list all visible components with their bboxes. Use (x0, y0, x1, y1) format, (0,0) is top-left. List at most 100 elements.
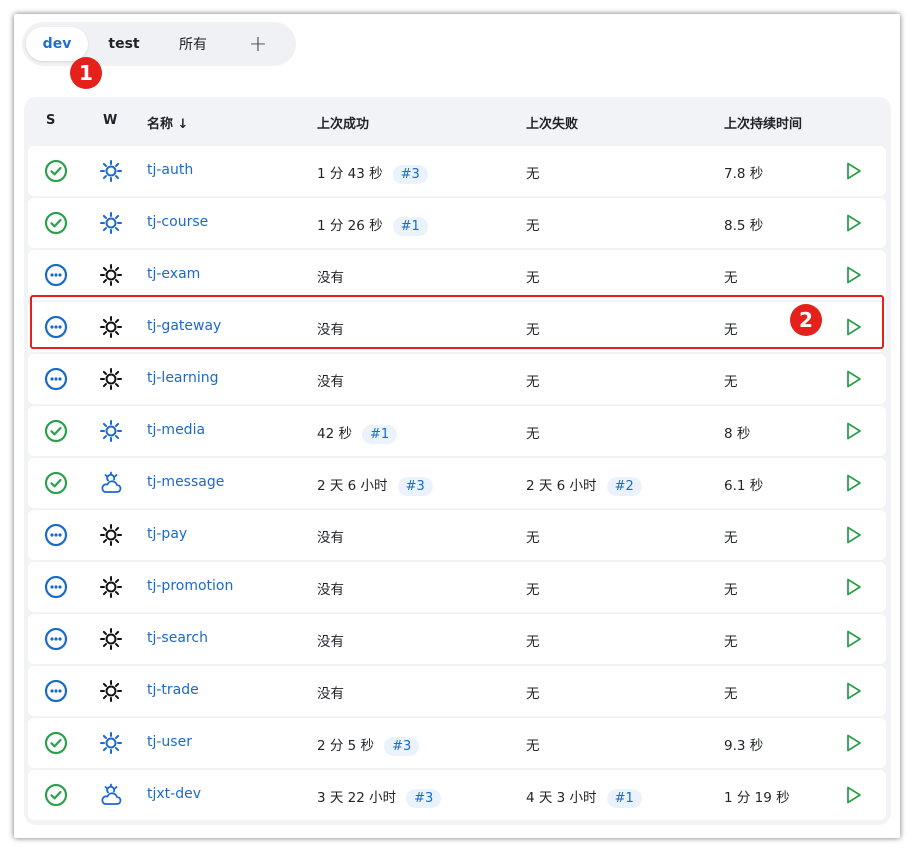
job-name-link[interactable]: tj-gateway (147, 318, 221, 334)
build-now-play-icon[interactable] (842, 212, 864, 234)
weather-cloudy-icon[interactable] (99, 783, 123, 807)
job-name-link[interactable]: tj-trade (147, 682, 199, 698)
build-now-play-icon[interactable] (842, 368, 864, 390)
job-name-link[interactable]: tj-search (147, 630, 208, 646)
last-failure-text: 无 (526, 686, 540, 702)
tab-test[interactable]: test (88, 27, 160, 61)
view-tabs: dev test 所有 + (22, 22, 296, 66)
last-failure-text: 无 (526, 270, 540, 286)
build-number-badge[interactable]: #3 (392, 165, 428, 184)
status-success-icon[interactable] (44, 419, 68, 443)
header-last-success[interactable]: 上次成功 (317, 113, 369, 132)
build-now-play-icon[interactable] (842, 160, 864, 182)
weather-sunny-icon[interactable] (99, 159, 123, 183)
job-name-link[interactable]: tjxt-dev (147, 786, 201, 802)
weather-sunny-icon[interactable] (99, 419, 123, 443)
build-now-play-icon[interactable] (842, 316, 864, 338)
last-failure-text: 无 (526, 634, 540, 650)
last-success-text: 42 秒 (317, 426, 352, 442)
job-name-link[interactable]: tj-exam (147, 266, 200, 282)
build-number-badge[interactable]: #1 (392, 217, 428, 236)
status-success-icon[interactable] (44, 731, 68, 755)
status-success-icon[interactable] (44, 211, 68, 235)
build-now-play-icon[interactable] (842, 680, 864, 702)
job-name-link[interactable]: tj-learning (147, 370, 219, 386)
job-name-link[interactable]: tj-media (147, 422, 205, 438)
job-row-tj-course: tj-course 1 分 26 秒 #1 无 8.5 秒 (28, 198, 886, 248)
status-not-built-icon[interactable] (44, 315, 68, 339)
jenkins-view-panel: dev test 所有 + 1 S W 名称 ↓ 上次成功 上次失败 上次持续时… (14, 14, 900, 838)
last-success-text: 1 分 43 秒 (317, 166, 383, 182)
last-success-cell: 2 分 5 秒 #3 (317, 734, 420, 756)
last-failure-cell: 无 (526, 214, 540, 234)
weather-sunny-icon[interactable] (99, 627, 123, 651)
job-row-tj-search: tj-search 没有 无 无 (28, 614, 886, 664)
build-number-badge[interactable]: #3 (397, 477, 433, 496)
job-row-tj-promotion: tj-promotion 没有 无 无 (28, 562, 886, 612)
status-not-built-icon[interactable] (44, 523, 68, 547)
tab-dev[interactable]: dev (26, 27, 88, 61)
build-number-badge[interactable]: #1 (606, 789, 642, 808)
weather-sunny-icon[interactable] (99, 523, 123, 547)
status-success-icon[interactable] (44, 471, 68, 495)
status-not-built-icon[interactable] (44, 263, 68, 287)
status-not-built-icon[interactable] (44, 627, 68, 651)
build-now-play-icon[interactable] (842, 420, 864, 442)
last-success-text: 3 天 22 小时 (317, 790, 397, 806)
tab-all[interactable]: 所有 (160, 27, 226, 61)
last-duration-text: 8 秒 (724, 426, 751, 442)
weather-sunny-icon[interactable] (99, 211, 123, 235)
header-last-duration[interactable]: 上次持续时间 (724, 113, 802, 132)
header-name[interactable]: 名称 ↓ (147, 113, 188, 132)
status-success-icon[interactable] (44, 159, 68, 183)
build-now-play-icon[interactable] (842, 784, 864, 806)
build-now-play-icon[interactable] (842, 472, 864, 494)
header-last-failure[interactable]: 上次失败 (526, 113, 578, 132)
job-row-tj-auth: tj-auth 1 分 43 秒 #3 无 7.8 秒 (28, 146, 886, 196)
job-name-link[interactable]: tj-course (147, 214, 208, 230)
last-failure-text: 无 (526, 426, 540, 442)
weather-sunny-icon[interactable] (99, 315, 123, 339)
build-now-play-icon[interactable] (842, 576, 864, 598)
header-status[interactable]: S (46, 113, 55, 128)
weather-sunny-icon[interactable] (99, 731, 123, 755)
job-row-tj-user: tj-user 2 分 5 秒 #3 无 9.3 秒 (28, 718, 886, 768)
weather-sunny-icon[interactable] (99, 263, 123, 287)
jobs-table: S W 名称 ↓ 上次成功 上次失败 上次持续时间 tj-auth 1 分 43 … (24, 97, 891, 825)
weather-sunny-icon[interactable] (99, 575, 123, 599)
job-name-link[interactable]: tj-promotion (147, 578, 233, 594)
last-failure-text: 4 天 3 小时 (526, 790, 597, 806)
build-number-badge[interactable]: #3 (384, 737, 420, 756)
add-view-button[interactable]: + (226, 27, 290, 61)
job-row-tj-trade: tj-trade 没有 无 无 (28, 666, 886, 716)
build-now-play-icon[interactable] (842, 628, 864, 650)
build-now-play-icon[interactable] (842, 264, 864, 286)
job-name-link[interactable]: tj-message (147, 474, 224, 490)
last-success-text: 2 天 6 小时 (317, 478, 388, 494)
build-number-badge[interactable]: #3 (406, 789, 442, 808)
weather-sunny-icon[interactable] (99, 367, 123, 391)
job-name-link[interactable]: tj-pay (147, 526, 187, 542)
build-number-badge[interactable]: #2 (606, 477, 642, 496)
build-number-badge[interactable]: #1 (361, 425, 398, 444)
build-now-play-icon[interactable] (842, 732, 864, 754)
weather-sunny-icon[interactable] (99, 679, 123, 703)
status-not-built-icon[interactable] (44, 679, 68, 703)
last-duration-text: 8.5 秒 (724, 218, 764, 234)
status-not-built-icon[interactable] (44, 367, 68, 391)
build-now-play-icon[interactable] (842, 524, 864, 546)
status-success-icon[interactable] (44, 783, 68, 807)
last-duration-text: 无 (724, 686, 738, 702)
last-failure-cell: 无 (526, 630, 540, 650)
last-failure-cell: 无 (526, 734, 540, 754)
last-success-text: 没有 (317, 634, 344, 650)
status-not-built-icon[interactable] (44, 575, 68, 599)
weather-cloudy-icon[interactable] (99, 471, 123, 495)
job-name-link[interactable]: tj-auth (147, 162, 193, 178)
header-weather[interactable]: W (103, 113, 117, 128)
last-success-text: 没有 (317, 530, 344, 546)
job-name-link[interactable]: tj-user (147, 734, 192, 750)
last-success-text: 没有 (317, 582, 344, 598)
last-failure-text: 无 (526, 166, 540, 182)
last-failure-text: 无 (526, 374, 540, 390)
